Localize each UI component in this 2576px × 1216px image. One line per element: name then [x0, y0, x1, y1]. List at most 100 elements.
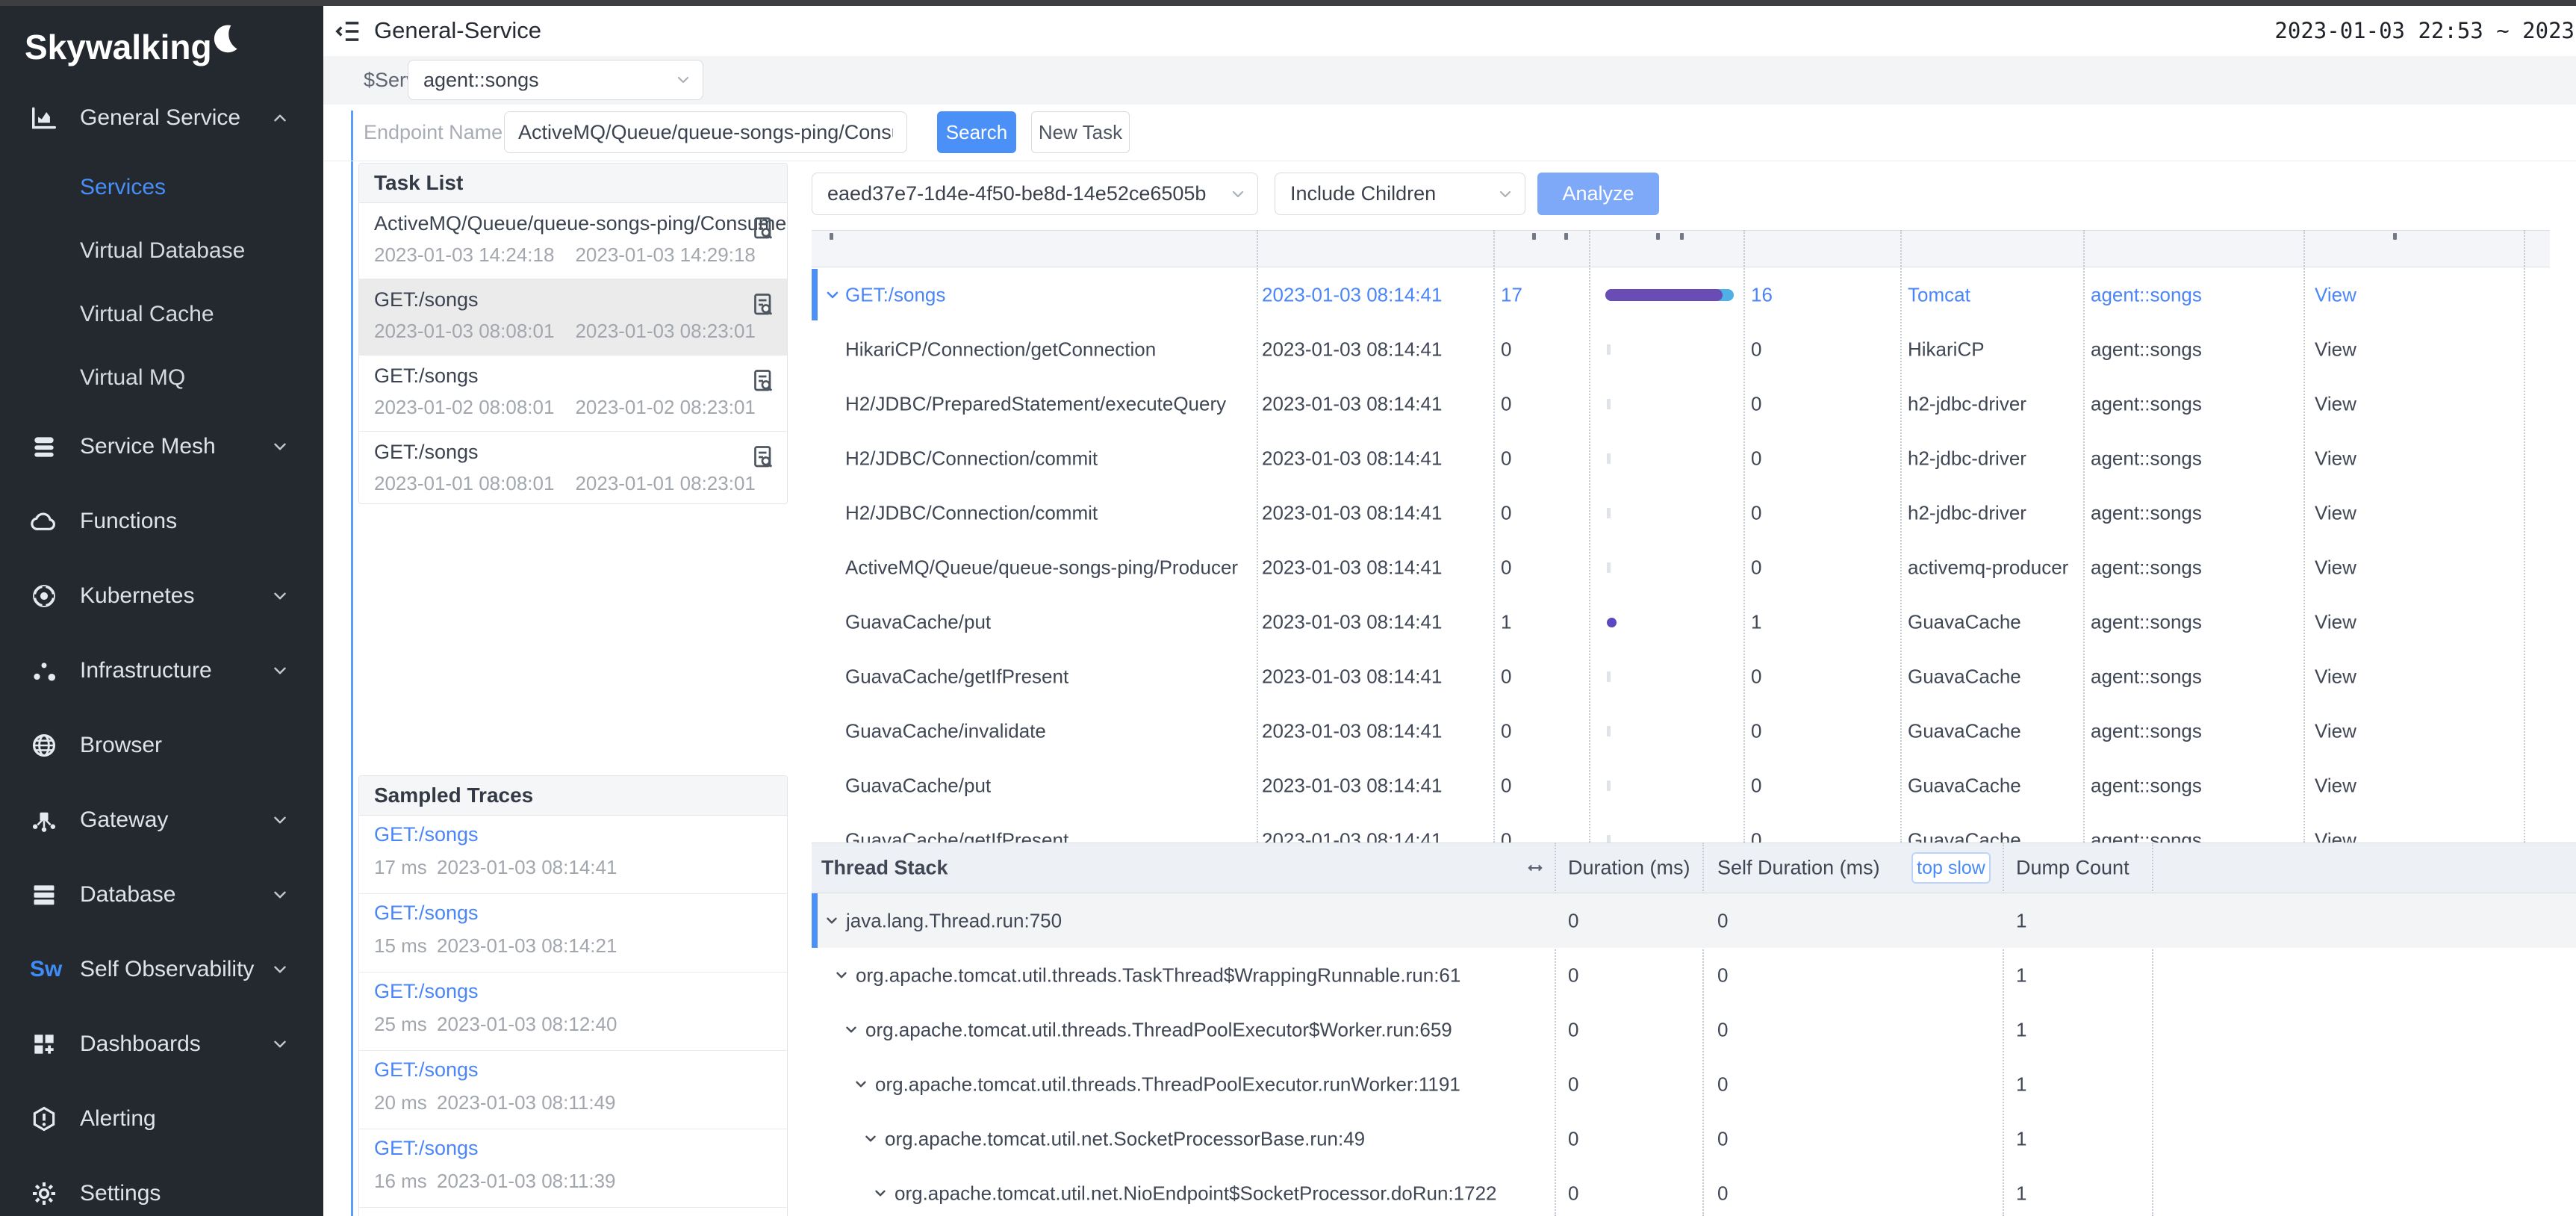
endpoint-name[interactable]: GuavaCache/getIfPresent — [845, 828, 1068, 843]
view-link[interactable]: View — [2315, 556, 2356, 579]
view-link[interactable]: View — [2315, 392, 2356, 415]
trace-endpoint-link[interactable]: GET:/songs — [374, 1137, 479, 1160]
chevron-down-icon[interactable] — [862, 1131, 879, 1147]
sidebar-item[interactable]: Browser — [0, 708, 323, 783]
task-list-item[interactable]: GET:/songs 2023-01-02 08:08:012023-01-02… — [359, 356, 787, 432]
service-name: agent::songs — [2091, 610, 2202, 633]
thread-stack-row[interactable]: org.apache.tomcat.util.net.NioEndpoint$S… — [812, 1166, 2576, 1216]
endpoint-table-row[interactable]: GuavaCache/put 2023-01-03 08:14:41 1 1 G… — [812, 595, 2550, 649]
view-task-detail-icon[interactable] — [750, 444, 777, 471]
thread-stack-row[interactable]: java.lang.Thread.run:750 0 0 1 — [812, 893, 2576, 948]
resize-columns-icon[interactable] — [1525, 857, 1546, 878]
chevron-down-icon[interactable] — [843, 1022, 859, 1038]
endpoint-table-row[interactable]: H2/JDBC/PreparedStatement/executeQuery 2… — [812, 376, 2550, 431]
view-link[interactable]: View — [2315, 774, 2356, 797]
task-list-item[interactable]: GET:/songs 2023-01-01 08:08:012023-01-01… — [359, 432, 787, 504]
sampled-trace-item[interactable]: GET:/songs 15 ms2023-01-03 08:14:21 — [359, 894, 787, 973]
thread-stack-row[interactable]: org.apache.tomcat.util.threads.TaskThrea… — [812, 948, 2576, 1002]
thread-stack-row[interactable]: org.apache.tomcat.util.threads.ThreadPoo… — [812, 1002, 2576, 1057]
sidebar-item[interactable]: Virtual Database — [0, 219, 323, 282]
second-count: 0 — [1751, 338, 1761, 361]
view-link[interactable]: View — [2315, 828, 2356, 843]
sampled-trace-item[interactable]: GET:/songs 17 ms2023-01-03 08:14:41 — [359, 816, 787, 894]
view-link[interactable]: View — [2315, 283, 2356, 306]
sidebar-item[interactable]: Alerting — [0, 1082, 323, 1156]
sidebar-item[interactable]: Gateway — [0, 783, 323, 857]
sidebar-item[interactable]: Virtual Cache — [0, 282, 323, 346]
sidebar-item[interactable]: Database — [0, 857, 323, 932]
view-link[interactable]: View — [2315, 719, 2356, 742]
trace-endpoint-link[interactable]: GET:/songs — [374, 823, 479, 846]
sidebar-item[interactable]: General Service — [0, 81, 323, 155]
view-link[interactable]: View — [2315, 610, 2356, 633]
endpoint-name[interactable]: GET:/songs — [845, 283, 945, 306]
view-task-detail-icon[interactable] — [750, 291, 777, 318]
task-list-item[interactable]: GET:/songs 2023-01-03 08:08:012023-01-03… — [359, 279, 787, 356]
trace-endpoint-link[interactable]: GET:/songs — [374, 902, 479, 925]
skywalking-logo[interactable]: Skywalking — [25, 27, 243, 67]
endpoint-table-row[interactable]: GuavaCache/put 2023-01-03 08:14:41 0 0 G… — [812, 758, 2550, 813]
view-link[interactable]: View — [2315, 665, 2356, 688]
endpoint-name[interactable]: GuavaCache/getIfPresent — [845, 665, 1068, 688]
sidebar-item[interactable]: Dashboards — [0, 1007, 323, 1082]
analyze-button[interactable]: Analyze — [1537, 173, 1659, 215]
top-slow-badge[interactable]: top slow — [1911, 852, 1991, 884]
sidebar-item-label: Gateway — [80, 807, 168, 833]
endpoint-table-row[interactable]: GuavaCache/invalidate 2023-01-03 08:14:4… — [812, 704, 2550, 758]
trace-endpoint-link[interactable]: GET:/songs — [374, 1058, 479, 1082]
endpoint-name[interactable]: GuavaCache/put — [845, 610, 991, 633]
thread-stack-row[interactable]: org.apache.tomcat.util.net.SocketProcess… — [812, 1111, 2576, 1166]
sidebar-item[interactable]: Settings — [0, 1156, 323, 1216]
view-link[interactable]: View — [2315, 447, 2356, 470]
view-link[interactable]: View — [2315, 501, 2356, 524]
view-task-detail-icon[interactable] — [750, 367, 777, 394]
sidebar-collapse-icon[interactable] — [334, 17, 362, 46]
search-button[interactable]: Search — [937, 111, 1016, 153]
slow-time: 2023-01-03 08:14:41 — [1262, 610, 1442, 633]
endpoint-name[interactable]: ActiveMQ/Queue/queue-songs-ping/Producer — [845, 556, 1238, 579]
endpoint-table-row[interactable]: H2/JDBC/Connection/commit 2023-01-03 08:… — [812, 486, 2550, 540]
chevron-down-icon[interactable] — [824, 913, 840, 929]
endpoint-name[interactable]: H2/JDBC/PreparedStatement/executeQuery — [845, 392, 1226, 415]
trace-endpoint-link[interactable]: GET:/songs — [374, 980, 479, 1003]
task-list-item[interactable]: ActiveMQ/Queue/queue-songs-ping/Consumer… — [359, 203, 787, 279]
sidebar-item[interactable]: Infrastructure — [0, 633, 323, 708]
analyze-scope-select[interactable]: Include Children — [1275, 173, 1525, 215]
endpoint-name[interactable]: H2/JDBC/Connection/commit — [845, 447, 1098, 470]
endpoint-name[interactable]: GuavaCache/invalidate — [845, 719, 1046, 742]
chevron-down-icon[interactable] — [872, 1185, 889, 1202]
chevron-down-icon[interactable] — [833, 967, 850, 984]
task-id-select[interactable]: eaed37e7-1d4e-4f50-be8d-14e52ce6505b — [812, 173, 1258, 215]
sidebar-item[interactable]: Sw Self Observability — [0, 932, 323, 1007]
endpoint-name-label: Endpoint Name: — [364, 121, 508, 144]
time-range-picker[interactable]: 2023-01-03 22:53 ~ 2023 — [2274, 18, 2575, 43]
chevron-down-icon[interactable] — [853, 1076, 869, 1093]
endpoint-table-row[interactable]: ActiveMQ/Queue/queue-songs-ping/Producer… — [812, 540, 2550, 595]
new-task-button[interactable]: New Task — [1031, 111, 1130, 153]
sampled-trace-item[interactable]: GET:/songs 16 ms2023-01-03 08:11:39 — [359, 1129, 787, 1208]
sidebar-item[interactable]: Service Mesh — [0, 409, 323, 484]
sidebar-item[interactable]: Virtual MQ — [0, 346, 323, 409]
endpoint-name[interactable]: HikariCP/Connection/getConnection — [845, 338, 1156, 361]
endpoint-table-row[interactable]: HikariCP/Connection/getConnection 2023-0… — [812, 322, 2550, 376]
sidebar-item[interactable]: Kubernetes — [0, 559, 323, 633]
slow-count: 0 — [1501, 828, 1511, 843]
sampled-trace-item[interactable]: GET:/songs 20 ms2023-01-03 08:11:49 — [359, 1051, 787, 1129]
endpoint-name-input[interactable] — [504, 111, 907, 153]
endpoint-table-row[interactable]: GET:/songs 2023-01-03 08:14:41 17 16 Tom… — [812, 267, 2550, 322]
thread-stack-row[interactable]: org.apache.tomcat.util.threads.ThreadPoo… — [812, 1057, 2576, 1111]
sampled-trace-item[interactable]: GET:/songs 25 ms2023-01-03 08:12:40 — [359, 973, 787, 1051]
endpoint-name[interactable]: GuavaCache/put — [845, 774, 991, 797]
sidebar-item[interactable]: Services — [0, 155, 323, 219]
endpoint-table-row[interactable]: GuavaCache/getIfPresent 2023-01-03 08:14… — [812, 649, 2550, 704]
endpoint-table-row[interactable]: GuavaCache/getIfPresent 2023-01-03 08:14… — [812, 813, 2550, 843]
chevron-down-icon[interactable] — [824, 286, 841, 304]
endpoint-name[interactable]: H2/JDBC/Connection/commit — [845, 501, 1098, 524]
endpoint-table-row[interactable]: H2/JDBC/Connection/commit 2023-01-03 08:… — [812, 431, 2550, 486]
sidebar-item-label: Virtual Database — [80, 238, 245, 264]
sidebar-item[interactable]: Functions — [0, 484, 323, 559]
view-task-detail-icon[interactable] — [750, 215, 777, 242]
second-count: 1 — [1751, 610, 1761, 633]
service-select[interactable]: agent::songs — [408, 60, 703, 100]
view-link[interactable]: View — [2315, 338, 2356, 361]
